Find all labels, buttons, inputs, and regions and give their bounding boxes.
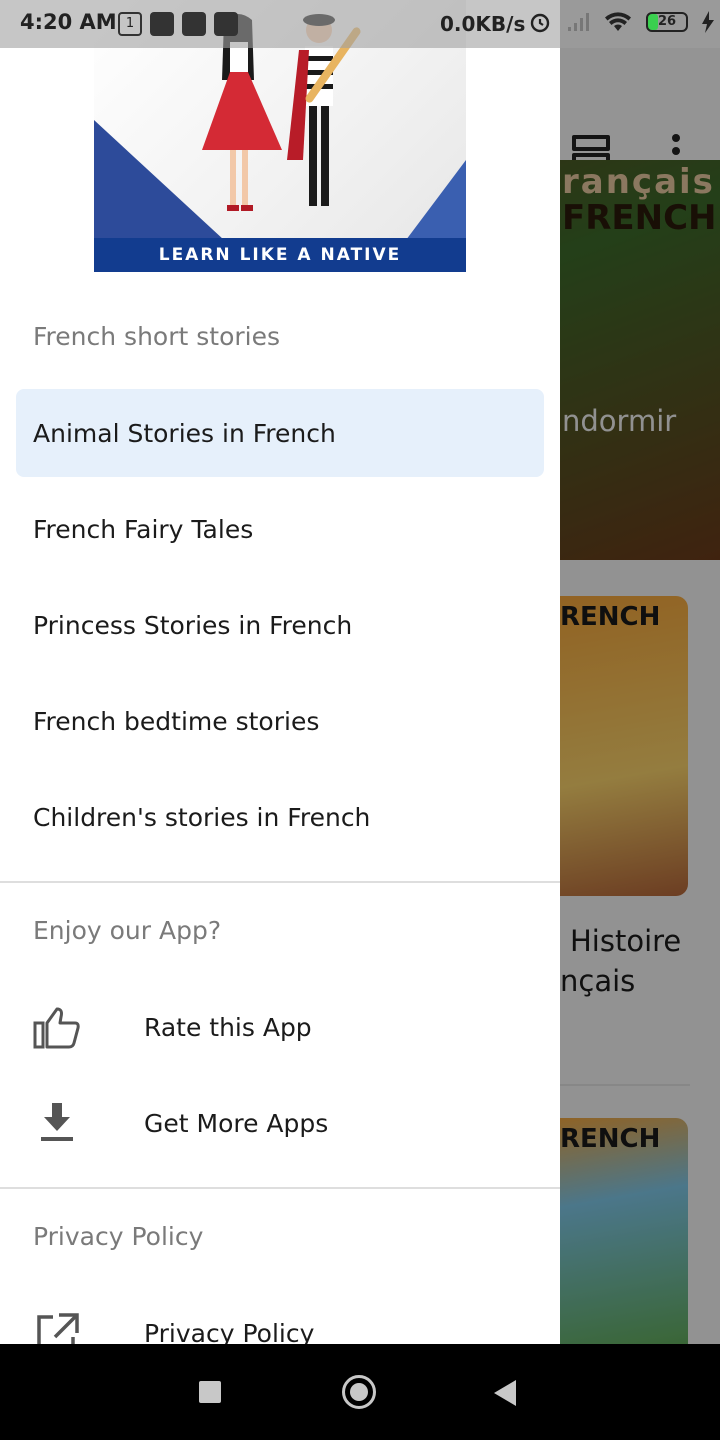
header-decoration	[406, 160, 466, 240]
get-more-apps-label: Get More Apps	[144, 1108, 329, 1138]
status-bar: 4:20 AM 1 0.0KB/s 26	[0, 0, 720, 48]
shopping-bag-icon	[182, 12, 206, 36]
drawer-divider	[0, 1187, 560, 1189]
nav-item-childrens-stories[interactable]: Children's stories in French	[16, 773, 544, 861]
back-button[interactable]	[494, 1380, 516, 1406]
app-notification-icon	[214, 12, 238, 36]
section-title-enjoy: Enjoy our App?	[33, 916, 222, 945]
privacy-policy-button[interactable]: Privacy Policy	[16, 1289, 544, 1344]
recents-button[interactable]	[199, 1381, 221, 1403]
thumbs-up-icon	[33, 1007, 80, 1049]
wifi-icon	[605, 12, 631, 31]
download-icon	[41, 1103, 73, 1141]
calendar-icon: 1	[118, 12, 142, 36]
home-button[interactable]	[342, 1375, 376, 1409]
network-speed: 0.0KB/s	[440, 12, 526, 36]
navigation-drawer: LEARN LIKE A NATIVE French short stories…	[0, 0, 560, 1344]
nav-item-label: Children's stories in French	[33, 802, 371, 832]
nav-item-label: French Fairy Tales	[33, 514, 254, 544]
drawer-divider	[0, 881, 560, 883]
get-more-apps-button[interactable]: Get More Apps	[16, 1079, 544, 1167]
nav-item-label: Animal Stories in French	[33, 418, 336, 448]
status-time: 4:20 AM	[20, 10, 117, 34]
charging-icon	[702, 11, 714, 33]
nav-item-princess-stories[interactable]: Princess Stories in French	[16, 581, 544, 669]
header-tagline: LEARN LIKE A NATIVE	[94, 238, 466, 272]
rate-app-label: Rate this App	[144, 1012, 312, 1042]
nav-item-label: French bedtime stories	[33, 706, 320, 736]
nav-item-label: Princess Stories in French	[33, 610, 353, 640]
section-title-privacy: Privacy Policy	[33, 1222, 204, 1251]
nav-item-fairy-tales[interactable]: French Fairy Tales	[16, 485, 544, 573]
nav-item-animal-stories[interactable]: Animal Stories in French	[16, 389, 544, 477]
section-title-stories: French short stories	[33, 322, 280, 351]
nav-item-bedtime-stories[interactable]: French bedtime stories	[16, 677, 544, 765]
battery-icon: 26	[646, 12, 688, 32]
status-right-icons: 26	[528, 10, 714, 34]
alarm-icon	[530, 13, 550, 33]
external-link-icon	[37, 1313, 79, 1344]
notification-icons: 1	[118, 12, 238, 36]
privacy-policy-label: Privacy Policy	[144, 1318, 315, 1345]
system-navigation-bar	[0, 1344, 720, 1440]
rate-app-button[interactable]: Rate this App	[16, 983, 544, 1071]
shopping-bag-icon	[150, 12, 174, 36]
signal-icon	[568, 13, 589, 31]
